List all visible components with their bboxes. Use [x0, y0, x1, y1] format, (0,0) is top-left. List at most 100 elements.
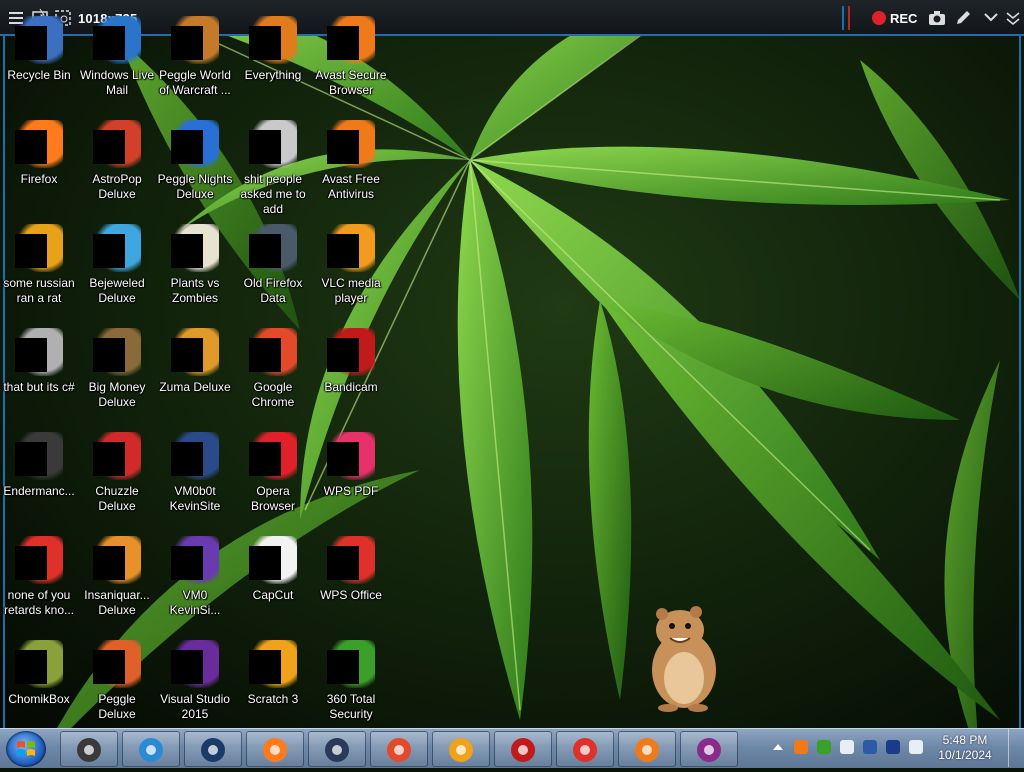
- desktop-icon-plants-vs-zombies[interactable]: Plants vs Zombies: [156, 224, 234, 324]
- pencil-icon[interactable]: [954, 9, 972, 27]
- hamster-desktop-pet[interactable]: [640, 600, 724, 712]
- redaction-box: [327, 338, 359, 372]
- desktop-icon-avast-free-antivirus[interactable]: Avast Free Antivirus: [312, 120, 390, 220]
- taskbar-button[interactable]: [122, 731, 180, 767]
- taskbar-button[interactable]: [308, 731, 366, 767]
- desktop-icon-label: WPS Office: [320, 588, 382, 602]
- network-drive-icon[interactable]: [839, 739, 855, 755]
- desktop-icon-that-but-its-c[interactable]: that but its c#: [0, 328, 78, 428]
- vlc-media-player-icon: [327, 224, 375, 272]
- redaction-box: [15, 130, 47, 164]
- redaction-box: [249, 234, 281, 268]
- desktop-icon-label: Peggle World of Warcraft ...: [159, 68, 231, 97]
- desktop-icon-windows-live-mail[interactable]: Windows Live Mail: [78, 16, 156, 116]
- desktop-icon-label: Bandicam: [324, 380, 378, 394]
- insaniquar-deluxe-icon: [93, 536, 141, 584]
- redaction-box: [249, 130, 281, 164]
- globe-icon: [201, 738, 225, 762]
- show-hidden-icons-chevron[interactable]: [770, 739, 786, 755]
- desktop-icon-zuma-deluxe[interactable]: Zuma Deluxe: [156, 328, 234, 428]
- redaction-box: [93, 130, 125, 164]
- desktop-icon-wps-pdf[interactable]: WPS PDF: [312, 432, 390, 532]
- desktop-icon-vlc-media-player[interactable]: VLC media player: [312, 224, 390, 324]
- desktop-icon-label: WPS PDF: [323, 484, 379, 498]
- desktop-icon-360-total-security[interactable]: 360 Total Security: [312, 640, 390, 740]
- redaction-box: [249, 26, 281, 60]
- desktop-icon-insaniquar-deluxe[interactable]: Insaniquar... Deluxe: [78, 536, 156, 636]
- desktop-icon-label: Everything: [244, 68, 302, 82]
- desktop-icon-bejeweled-deluxe[interactable]: Bejeweled Deluxe: [78, 224, 156, 324]
- desktop-icon-some-russian-ran-a-rat[interactable]: some russian ran a rat: [0, 224, 78, 324]
- desktop-icon-firefox[interactable]: Firefox: [0, 120, 78, 220]
- desktop-icon-peggle-deluxe[interactable]: Peggle Deluxe: [78, 640, 156, 740]
- desktop-icon-label: Peggle Deluxe: [98, 692, 136, 721]
- taskbar-button[interactable]: [680, 731, 738, 767]
- desktop-icon-wps-office[interactable]: WPS Office: [312, 536, 390, 636]
- taskbar-button[interactable]: [370, 731, 428, 767]
- desktop-icon-big-money-deluxe[interactable]: Big Money Deluxe: [78, 328, 156, 428]
- desktop-icon-peggle-nights-deluxe[interactable]: Peggle Nights Deluxe: [156, 120, 234, 220]
- visual-studio-2015-icon: [171, 640, 219, 688]
- desktop-icon-opera-browser[interactable]: Opera Browser: [234, 432, 312, 532]
- desktop-icon-chuzzle-deluxe[interactable]: Chuzzle Deluxe: [78, 432, 156, 532]
- volume-icon[interactable]: [908, 739, 924, 755]
- redaction-box: [327, 650, 359, 684]
- desktop-icon-old-firefox-data[interactable]: Old Firefox Data: [234, 224, 312, 324]
- desktop-icon-everything[interactable]: Everything: [234, 16, 312, 116]
- desktop-icon-chomikbox[interactable]: ChomikBox: [0, 640, 78, 740]
- record-dot-icon[interactable]: [870, 9, 888, 27]
- redaction-box: [93, 442, 125, 476]
- chevron-down-icon[interactable]: [982, 9, 1000, 27]
- redaction-box: [171, 26, 203, 60]
- desktop-icon-vm0-kevinsi[interactable]: VM0 KevinSi...: [156, 536, 234, 636]
- desktop-icon-recycle-bin[interactable]: Recycle Bin: [0, 16, 78, 116]
- desktop-icon-label: 360 Total Security: [326, 692, 376, 721]
- desktop-icon-label: Scratch 3: [247, 692, 299, 706]
- show-desktop-button[interactable]: [1008, 729, 1023, 767]
- bandicam-icon: [327, 328, 375, 376]
- taskbar-clock[interactable]: 5:48 PM 10/1/2024: [934, 733, 996, 763]
- desktop-icon-peggle-world-of-warcraft[interactable]: Peggle World of Warcraft ...: [156, 16, 234, 116]
- taskbar-button[interactable]: [432, 731, 490, 767]
- desktop-icon-bandicam[interactable]: Bandicam: [312, 328, 390, 428]
- taskbar-button[interactable]: [618, 731, 676, 767]
- avast-tray-icon[interactable]: [793, 739, 809, 755]
- desktop-icon-label: Windows Live Mail: [79, 68, 155, 97]
- taskbar-button[interactable]: [60, 731, 118, 767]
- desktop-icon-endermanc[interactable]: Endermanc...: [0, 432, 78, 532]
- taskbar-button[interactable]: [556, 731, 614, 767]
- desktop-icon-label: Avast Secure Browser: [315, 68, 387, 97]
- desktop-icon-shit-people-asked-me-to-add[interactable]: shit people asked me to add: [234, 120, 312, 220]
- taskbar-button[interactable]: [246, 731, 304, 767]
- taskbar-button[interactable]: [184, 731, 242, 767]
- desktop-icon-capcut[interactable]: CapCut: [234, 536, 312, 636]
- windows-start-icon[interactable]: [6, 731, 46, 767]
- display-icon[interactable]: [885, 739, 901, 755]
- camera-icon[interactable]: [928, 9, 946, 27]
- taskbar-button[interactable]: [494, 731, 552, 767]
- peggle-deluxe-icon: [93, 640, 141, 688]
- shield-icon[interactable]: [862, 739, 878, 755]
- desktop-icon-label: VLC media player: [321, 276, 381, 305]
- avast-antivirus-icon: [635, 738, 659, 762]
- desktop-icon-avast-secure-browser[interactable]: Avast Secure Browser: [312, 16, 390, 116]
- 360-tray-icon[interactable]: [816, 739, 832, 755]
- desktop-icon-vm0b0t-kevinsite[interactable]: VM0b0t KevinSite: [156, 432, 234, 532]
- desktop-icon-none-of-you-retards-kno[interactable]: none of you retards kno...: [0, 536, 78, 636]
- redaction-box: [15, 234, 47, 268]
- shit-people-asked-me-to-add-icon: [249, 120, 297, 168]
- peggle-world-of-warcraft-icon: [171, 16, 219, 64]
- that-but-its-c-icon: [15, 328, 63, 376]
- desktop-icon-label: Endermanc...: [3, 484, 75, 498]
- desktop-icon-google-chrome[interactable]: Google Chrome: [234, 328, 312, 428]
- desktop-icon-visual-studio-2015[interactable]: Visual Studio 2015: [156, 640, 234, 740]
- vm0-kevinsi-icon: [171, 536, 219, 584]
- desktop-icon-label: AstroPop Deluxe: [92, 172, 142, 201]
- desktop-icon-label: Firefox: [20, 172, 58, 186]
- vm0b0t-kevinsite-icon: [171, 432, 219, 480]
- none-of-you-retards-kno-icon: [15, 536, 63, 584]
- desktop-icon-astropop-deluxe[interactable]: AstroPop Deluxe: [78, 120, 156, 220]
- collapse-icon[interactable]: [1004, 9, 1022, 27]
- record-button-label[interactable]: REC: [890, 11, 917, 26]
- desktop-icon-scratch-3[interactable]: Scratch 3: [234, 640, 312, 740]
